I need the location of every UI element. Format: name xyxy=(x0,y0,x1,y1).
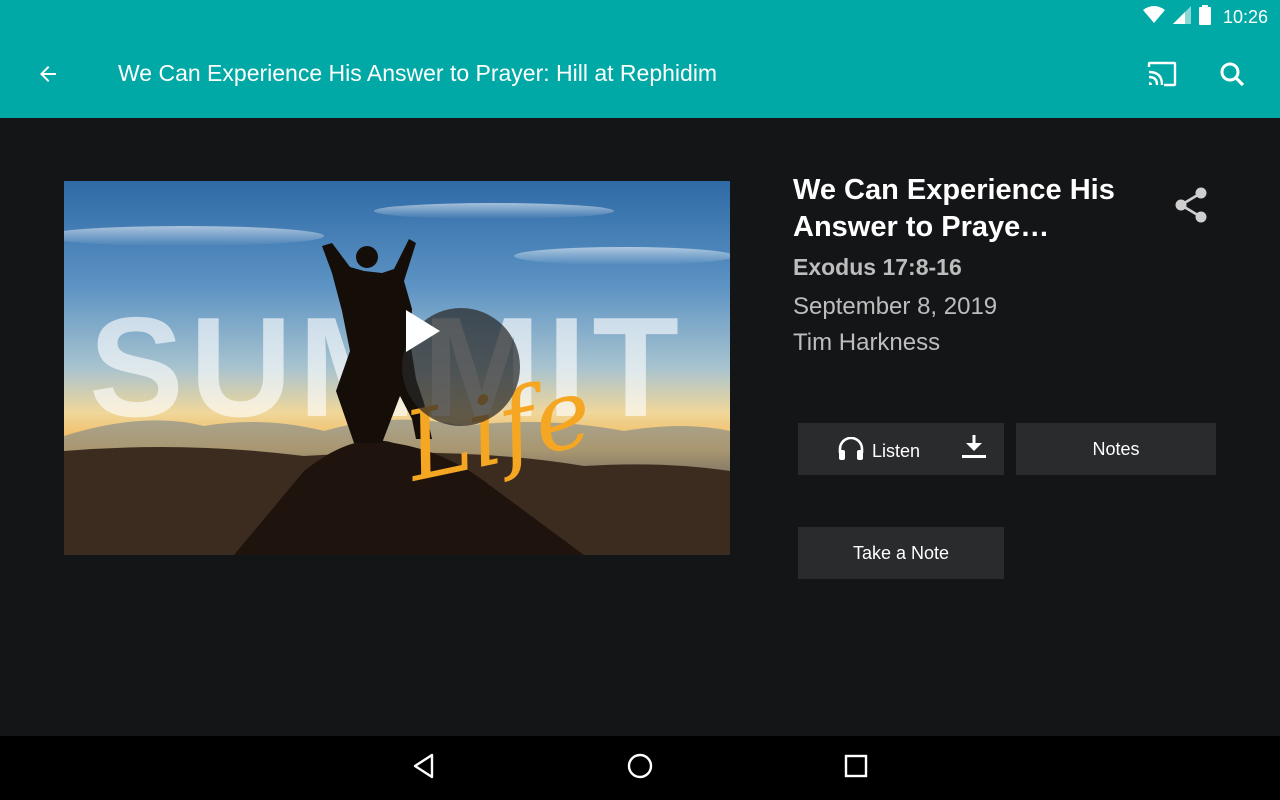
nav-back-button[interactable] xyxy=(406,750,442,786)
video-thumbnail[interactable]: SUMMIT Life xyxy=(64,181,730,555)
battery-icon xyxy=(1198,5,1211,30)
notes-label: Notes xyxy=(1092,438,1140,459)
cast-button[interactable] xyxy=(1144,58,1180,94)
speaker-name: Tim Harkness xyxy=(793,329,941,356)
listen-label: Listen xyxy=(872,441,921,461)
download-button[interactable] xyxy=(961,434,987,465)
signal-icon xyxy=(1172,6,1191,29)
back-button[interactable] xyxy=(30,58,66,94)
headphones-icon xyxy=(838,436,864,466)
page-title: We Can Experience His Answer to Prayer: … xyxy=(118,60,718,86)
back-arrow-icon xyxy=(36,62,60,91)
take-a-note-button[interactable]: Take a Note xyxy=(798,527,1004,579)
status-icons: 10:26 xyxy=(1142,5,1268,30)
home-circle-icon xyxy=(626,752,654,785)
play-button[interactable] xyxy=(402,308,520,426)
scripture-reference: Exodus 17:8-16 xyxy=(793,254,962,280)
nav-home-button[interactable] xyxy=(622,750,658,786)
search-button[interactable] xyxy=(1214,58,1250,94)
search-icon xyxy=(1219,61,1245,92)
listen-content: Listen xyxy=(838,436,921,466)
notes-button[interactable]: Notes xyxy=(1016,423,1216,475)
take-a-note-label: Take a Note xyxy=(852,542,950,563)
listen-button[interactable]: Listen xyxy=(798,423,1004,475)
system-nav-bar xyxy=(0,736,1280,800)
share-button[interactable] xyxy=(1172,187,1210,228)
download-icon xyxy=(961,434,987,465)
nav-recents-button[interactable] xyxy=(838,750,874,786)
sermon-details: We Can Experience His Answer to Praye… E… xyxy=(793,172,1123,357)
status-time: 10:26 xyxy=(1222,7,1268,27)
app-bar: We Can Experience His Answer to Prayer: … xyxy=(0,34,1280,118)
status-bar: 10:26 xyxy=(0,0,1280,34)
cast-icon xyxy=(1147,61,1177,92)
back-triangle-icon xyxy=(412,753,436,784)
share-icon xyxy=(1174,187,1208,228)
thumbnail-artwork: SUMMIT Life xyxy=(64,203,730,555)
sermon-title: We Can Experience His Answer to Praye… xyxy=(793,174,1115,243)
recents-square-icon xyxy=(844,754,868,783)
sermon-date: September 8, 2019 xyxy=(793,293,998,320)
wifi-icon xyxy=(1142,6,1165,29)
